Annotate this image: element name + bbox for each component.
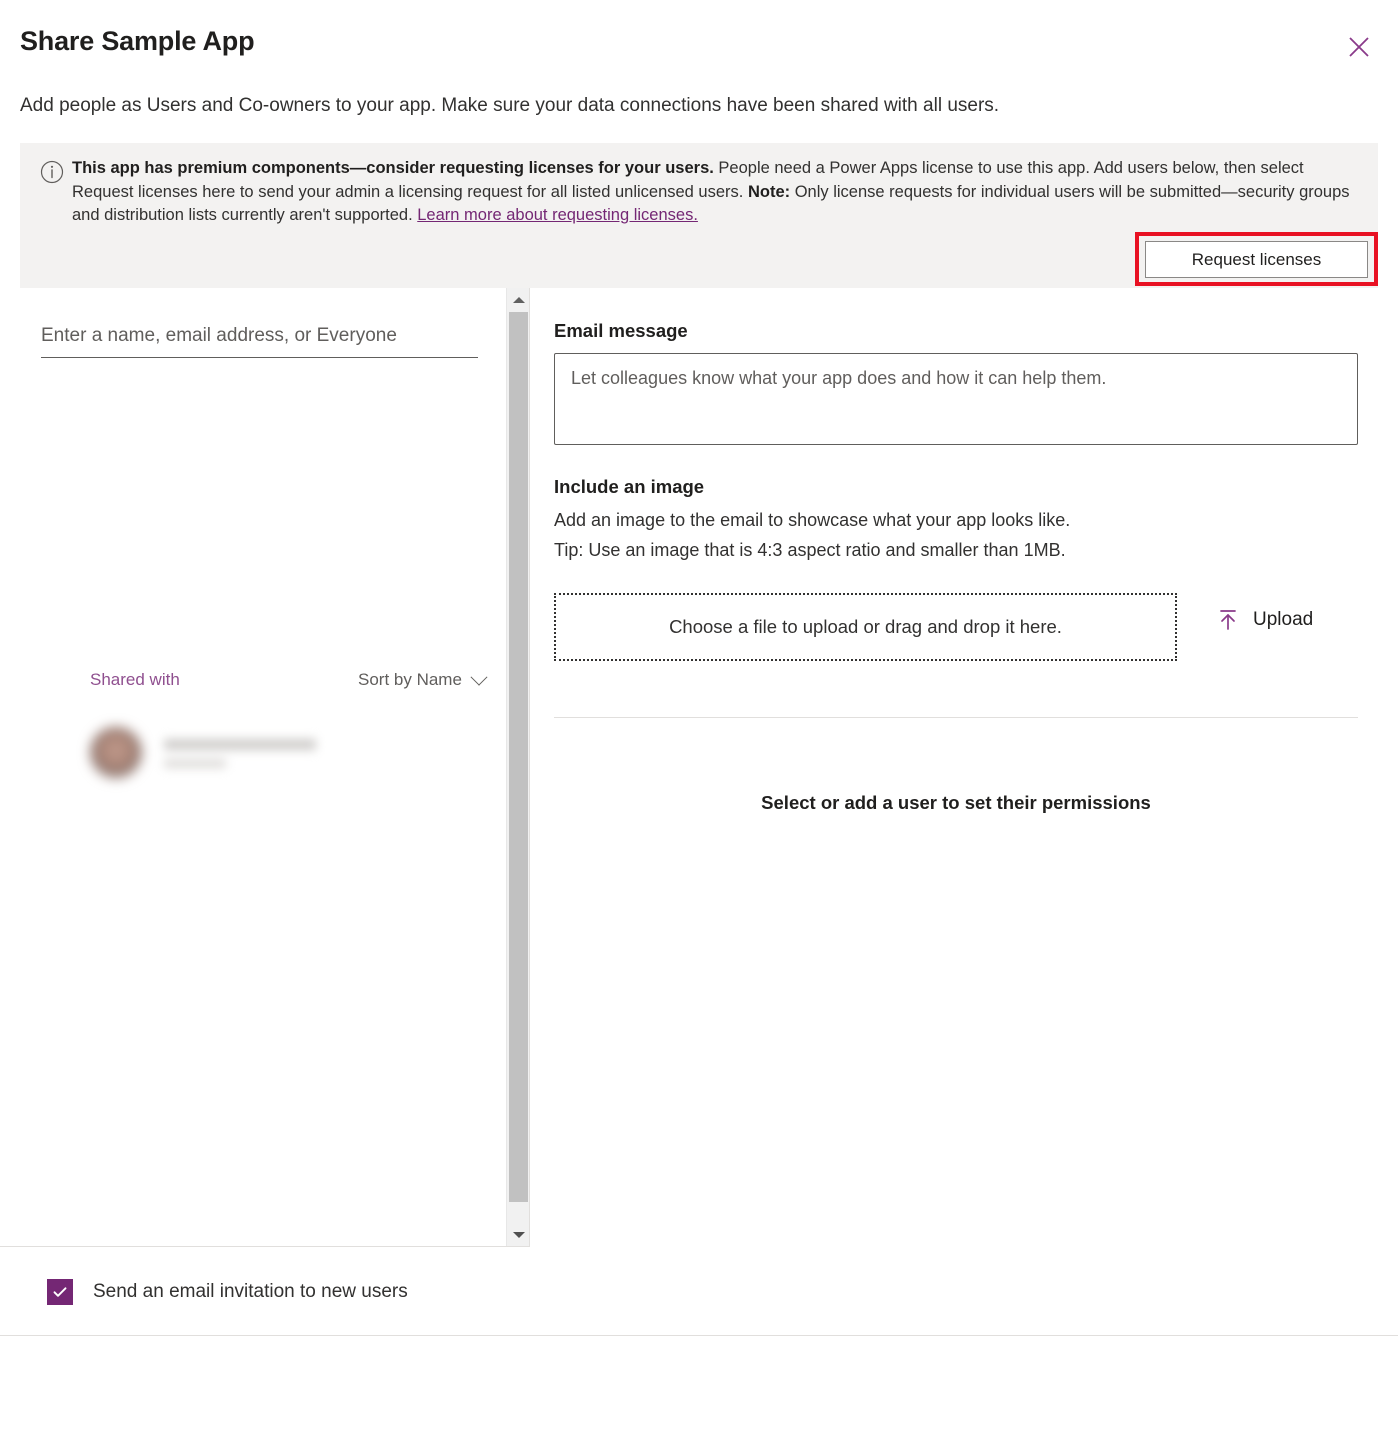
- send-email-invitation-label: Send an email invitation to new users: [93, 1281, 408, 1302]
- sort-by-dropdown[interactable]: Sort by Name: [358, 668, 488, 690]
- permissions-empty-state: Select or add a user to set their permis…: [761, 792, 1151, 813]
- request-licenses-button[interactable]: Request licenses: [1145, 241, 1368, 278]
- banner-bold-lead: This app has premium components—consider…: [72, 159, 714, 177]
- page-title: Share Sample App: [20, 26, 255, 56]
- include-image-heading: Include an image: [554, 476, 705, 497]
- left-panel-footer: Send an email invitation to new users: [0, 1246, 530, 1335]
- triangle-up-icon: [512, 296, 525, 303]
- people-list-scrollbar[interactable]: [506, 288, 529, 1246]
- user-name-redacted: [164, 738, 316, 768]
- scroll-up-button[interactable]: [507, 288, 530, 311]
- info-circle-icon: [40, 160, 64, 184]
- upload-button-label: Upload: [1253, 609, 1314, 630]
- shared-with-label[interactable]: Shared with: [90, 670, 180, 690]
- file-dropzone[interactable]: Choose a file to upload or drag and drop…: [554, 593, 1177, 661]
- upload-arrow-icon: [1217, 608, 1239, 632]
- section-divider: [554, 717, 1358, 718]
- email-message-heading: Email message: [554, 320, 688, 341]
- people-search-input[interactable]: [41, 320, 478, 358]
- include-image-desc-line2: Tip: Use an image that is 4:3 aspect rat…: [554, 540, 1066, 560]
- send-email-invitation-checkbox[interactable]: Send an email invitation to new users: [47, 1279, 408, 1305]
- avatar: [90, 727, 142, 779]
- scroll-down-button[interactable]: [507, 1223, 530, 1246]
- file-dropzone-label: Choose a file to upload or drag and drop…: [669, 616, 1062, 637]
- list-item[interactable]: [90, 722, 390, 784]
- triangle-down-icon: [512, 1231, 525, 1238]
- upload-button[interactable]: Upload: [1217, 608, 1313, 632]
- dialog-subtitle: Add people as Users and Co-owners to you…: [20, 95, 1000, 116]
- learn-more-link[interactable]: Learn more about requesting licenses.: [417, 206, 698, 224]
- close-icon[interactable]: [1342, 30, 1376, 64]
- share-app-dialog: Share Sample App Add people as Users and…: [0, 0, 1398, 1432]
- include-image-desc-line1: Add an image to the email to showcase wh…: [554, 510, 1071, 530]
- checkbox-checked-icon: [47, 1279, 73, 1305]
- scrollbar-thumb[interactable]: [509, 312, 528, 1202]
- people-panel: Shared with Sort by Name: [0, 288, 530, 1335]
- dialog-footer: Share Cancel: [0, 1335, 1398, 1432]
- chevron-down-icon: [470, 668, 488, 686]
- banner-note-label: Note:: [747, 182, 791, 201]
- email-and-permissions-panel: Email message Include an image Add an im…: [531, 288, 1398, 1335]
- banner-message: This app has premium components—consider…: [72, 157, 1362, 228]
- sort-by-label: Sort by Name: [358, 670, 462, 689]
- include-image-description: Add an image to the email to showcase wh…: [554, 505, 1070, 565]
- email-message-input[interactable]: [554, 353, 1358, 445]
